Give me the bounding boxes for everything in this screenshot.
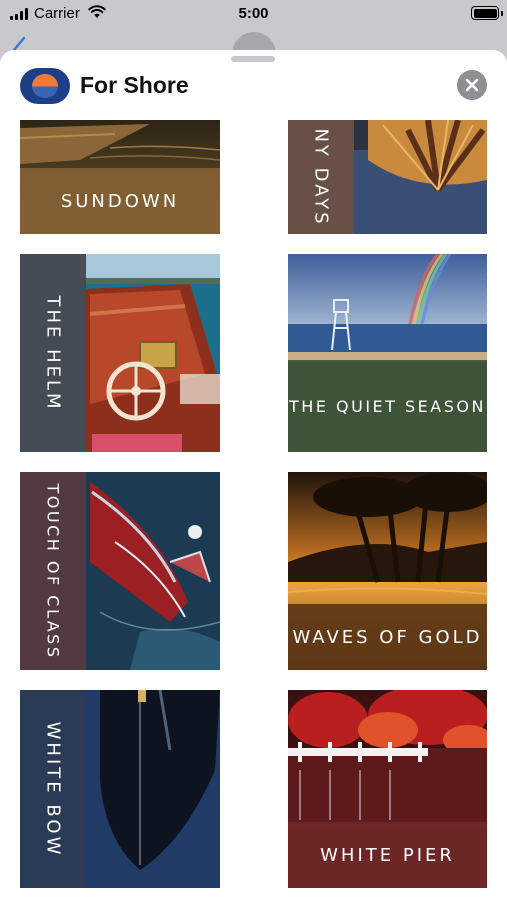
sticker-tile[interactable]: THE QUIET SEASON	[288, 254, 487, 452]
sticker-label: WAVES OF GOLD	[292, 626, 483, 648]
sticker-label: WHITE BOW	[42, 721, 64, 857]
label-band: THE HELM	[20, 254, 86, 452]
sticker-tile[interactable]: WHITE BOW	[20, 690, 220, 888]
label-band: WAVES OF GOLD	[288, 604, 487, 670]
sticker-tile[interactable]: THE HELM	[20, 254, 220, 452]
label-band: SUNDOWN	[20, 168, 220, 234]
label-band: TOUCH OF CLASS	[20, 472, 86, 670]
app-header: For Shore	[0, 64, 507, 110]
status-bar: Carrier 5:00	[0, 0, 507, 30]
sticker-sheet: SUNDOWN NY DAYS THE HELM THE QUIET SEASO…	[0, 50, 507, 900]
sticker-label: SUNDOWN	[60, 190, 180, 212]
sticker-tile[interactable]: NY DAYS	[288, 120, 487, 234]
sheet-grabber[interactable]	[231, 56, 275, 62]
app-logo-icon	[20, 68, 70, 104]
sticker-tile[interactable]: WAVES OF GOLD	[288, 472, 487, 670]
close-button[interactable]	[457, 70, 487, 100]
sticker-tile[interactable]: WHITE PIER	[288, 690, 487, 888]
sticker-label: WHITE PIER	[320, 844, 455, 866]
sticker-label: NY DAYS	[310, 127, 332, 227]
sticker-label: TOUCH OF CLASS	[43, 483, 63, 659]
label-band: WHITE PIER	[288, 822, 487, 888]
close-icon	[465, 78, 479, 92]
sticker-label: THE QUIET SEASON	[289, 396, 486, 416]
label-band: NY DAYS	[288, 120, 354, 234]
sticker-tile[interactable]: SUNDOWN	[20, 120, 220, 234]
app-title: For Shore	[80, 72, 189, 98]
sticker-tile[interactable]: TOUCH OF CLASS	[20, 472, 220, 670]
sticker-label: THE HELM	[42, 294, 64, 412]
label-band: WHITE BOW	[20, 690, 86, 888]
label-band: THE QUIET SEASON	[288, 360, 487, 452]
status-time: 5:00	[238, 5, 269, 22]
battery-icon	[471, 6, 503, 20]
sticker-grid: SUNDOWN NY DAYS THE HELM THE QUIET SEASO…	[0, 50, 507, 900]
